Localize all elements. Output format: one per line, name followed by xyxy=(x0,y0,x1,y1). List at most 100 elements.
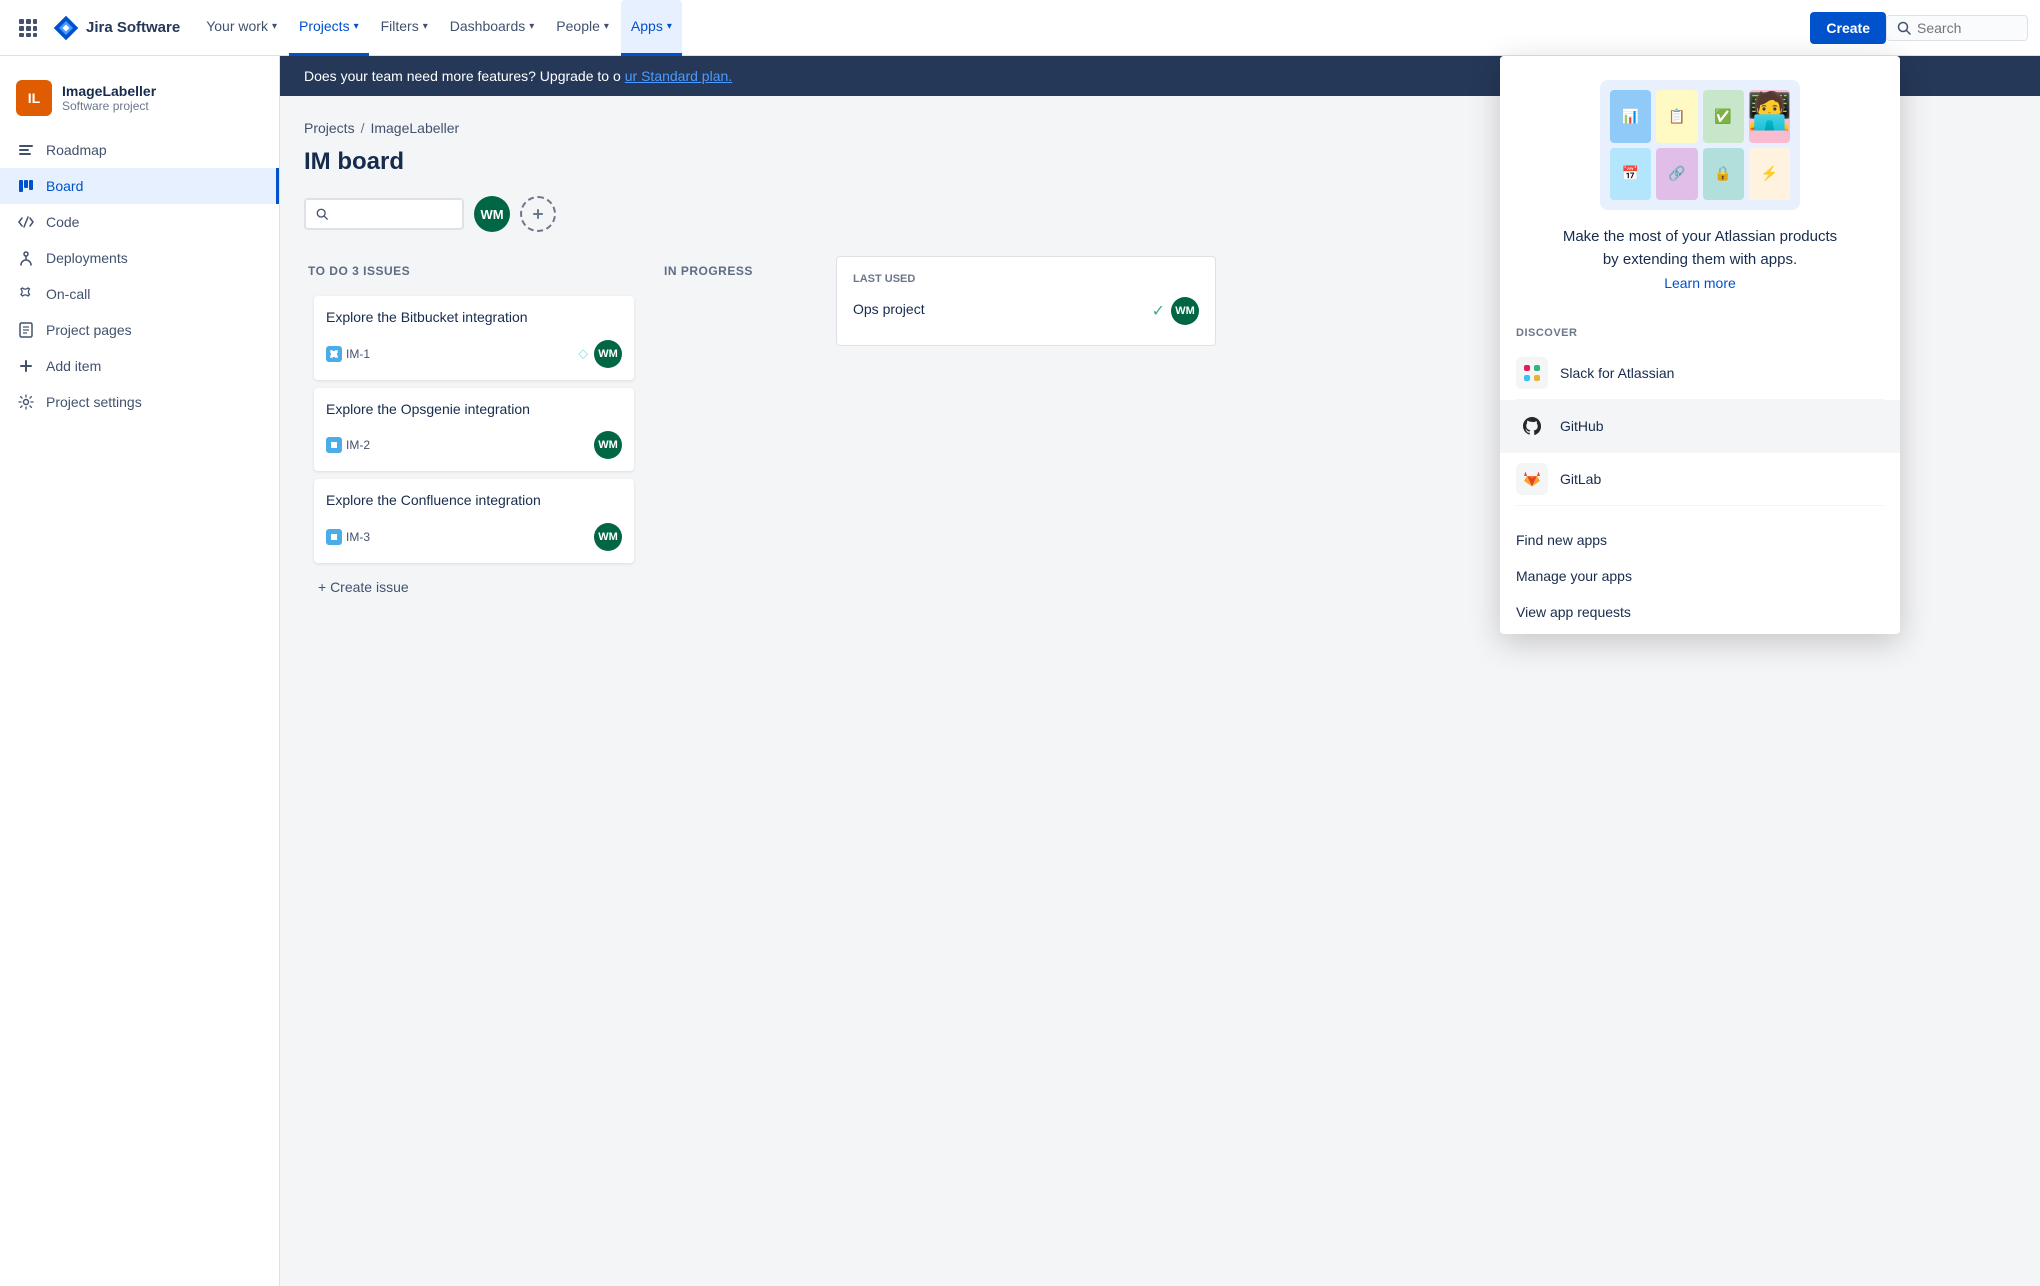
list-item[interactable]: GitHub xyxy=(1500,400,1900,453)
issue-type-icon xyxy=(326,529,342,545)
pages-icon xyxy=(16,320,36,340)
board-search[interactable] xyxy=(304,198,464,230)
search-box[interactable] xyxy=(1886,15,2028,41)
breadcrumb-separator: / xyxy=(361,120,365,136)
list-item[interactable]: GitLab xyxy=(1516,453,1884,506)
gitlab-icon xyxy=(1516,463,1548,495)
nav-your-work[interactable]: Your work ▾ xyxy=(196,0,287,56)
breadcrumb-projects[interactable]: Projects xyxy=(304,120,355,136)
view-app-requests-link[interactable]: View app requests xyxy=(1516,594,1884,630)
card-footer: IM-2 WM xyxy=(326,431,622,459)
sidebar-item-board[interactable]: Board xyxy=(0,168,279,204)
card-actions: ⬦ WM xyxy=(578,340,622,368)
apps-hero-image: 📊 📋 ✅ 🔔 📅 🔗 🔒 ⚡ 🧑‍💻 xyxy=(1600,80,1800,210)
nav-filters[interactable]: Filters ▾ xyxy=(371,0,438,56)
deployments-icon xyxy=(16,248,36,268)
on-call-icon xyxy=(16,284,36,304)
last-used-panel: LAST USED Ops project ✓ WM xyxy=(836,256,1216,346)
roadmap-label: Roadmap xyxy=(46,142,107,158)
right-panel-item[interactable]: Ops project ✓ WM xyxy=(853,293,1199,329)
issue-type-icon xyxy=(326,437,342,453)
card-title: Explore the Confluence integration xyxy=(326,491,622,511)
project-icon: IL xyxy=(16,80,52,116)
project-settings-label: Project settings xyxy=(46,394,142,410)
add-avatar-button[interactable] xyxy=(520,196,556,232)
chevron-down-icon: ▾ xyxy=(667,21,672,32)
manage-apps-link[interactable]: Manage your apps xyxy=(1516,558,1884,594)
board-icon xyxy=(16,176,36,196)
project-type: Software project xyxy=(62,99,156,113)
discover-label: DISCOVER xyxy=(1516,315,1884,347)
project-header: IL ImageLabeller Software project xyxy=(0,72,279,132)
last-used-header: LAST USED xyxy=(853,273,1199,285)
grid-icon[interactable] xyxy=(12,12,44,44)
find-new-apps-link[interactable]: Find new apps xyxy=(1516,522,1884,558)
sidebar-item-on-call[interactable]: On-call xyxy=(0,276,279,312)
col-header-todo: TO DO 3 ISSUES xyxy=(304,256,644,286)
project-pages-label: Project pages xyxy=(46,322,132,338)
project-info: ImageLabeller Software project xyxy=(62,83,156,113)
upgrade-link[interactable]: ur Standard plan. xyxy=(625,68,732,84)
col-body-todo: Explore the Bitbucket integration IM-1 xyxy=(304,286,644,686)
banner-text: Does your team need more features? Upgra… xyxy=(304,68,621,84)
chevron-down-icon: ▾ xyxy=(604,21,609,32)
nav-projects[interactable]: Projects ▾ xyxy=(289,0,369,56)
card-title: Explore the Opsgenie integration xyxy=(326,400,622,420)
roadmap-icon xyxy=(16,140,36,160)
board-label: Board xyxy=(46,178,83,194)
create-button[interactable]: Create xyxy=(1810,12,1886,44)
sidebar-item-code[interactable]: Code xyxy=(0,204,279,240)
col-header-inprogress: IN PROGRESS xyxy=(660,256,820,286)
settings-icon xyxy=(16,392,36,412)
table-row[interactable]: Explore the Opsgenie integration IM-2 W xyxy=(314,388,634,472)
card-footer: IM-1 ⬦ WM xyxy=(326,340,622,368)
table-row[interactable]: Explore the Confluence integration IM-3 xyxy=(314,479,634,563)
learn-more-link[interactable]: Learn more xyxy=(1524,275,1876,291)
board-search-input[interactable] xyxy=(334,206,452,222)
nav-dashboards[interactable]: Dashboards ▾ xyxy=(440,0,545,56)
ops-project-title: Ops project xyxy=(853,301,925,317)
card-actions: WM xyxy=(594,523,622,551)
apps-dropdown: 📊 📋 ✅ 🔔 📅 🔗 🔒 ⚡ 🧑‍💻 Make the most of you… xyxy=(1500,56,1900,634)
card-title: Explore the Bitbucket integration xyxy=(326,308,622,328)
chevron-down-icon: ▾ xyxy=(423,21,428,32)
assignee-avatar[interactable]: WM xyxy=(594,523,622,551)
col-body-inprogress xyxy=(660,286,820,586)
table-row[interactable]: Explore the Bitbucket integration IM-1 xyxy=(314,296,634,380)
slack-icon xyxy=(1516,357,1548,389)
github-icon xyxy=(1516,410,1548,442)
main-nav: Your work ▾ Projects ▾ Filters ▾ Dashboa… xyxy=(196,0,1802,56)
logo-text: Jira Software xyxy=(86,19,180,36)
card-actions: WM xyxy=(594,431,622,459)
chevron-down-icon: ▾ xyxy=(354,21,359,32)
right-panel-avatar[interactable]: WM xyxy=(1171,297,1199,325)
list-item[interactable]: Slack for Atlassian xyxy=(1516,347,1884,400)
issue-id: IM-1 xyxy=(326,346,370,362)
sidebar-item-roadmap[interactable]: Roadmap xyxy=(0,132,279,168)
jira-logo[interactable]: Jira Software xyxy=(52,14,180,42)
right-panel: LAST USED Ops project ✓ WM xyxy=(836,256,1186,686)
assignee-avatar[interactable]: WM xyxy=(594,431,622,459)
sidebar-item-project-pages[interactable]: Project pages xyxy=(0,312,279,348)
apps-actions-section: Find new apps Manage your apps View app … xyxy=(1500,514,1900,634)
sidebar-item-deployments[interactable]: Deployments xyxy=(0,240,279,276)
gitlab-label: GitLab xyxy=(1560,471,1601,487)
nav-people[interactable]: People ▾ xyxy=(546,0,619,56)
search-input[interactable] xyxy=(1917,20,2017,36)
sidebar: IL ImageLabeller Software project Roadma… xyxy=(0,56,280,1286)
apps-hero-text: Make the most of your Atlassian products… xyxy=(1524,226,1876,271)
issue-id: IM-2 xyxy=(326,437,370,453)
create-issue-button[interactable]: + Create issue xyxy=(314,571,634,603)
kanban-col-inprogress: IN PROGRESS xyxy=(660,256,820,686)
avatar-wm[interactable]: WM xyxy=(474,196,510,232)
breadcrumb-project[interactable]: ImageLabeller xyxy=(370,120,459,136)
chevron-down-icon: ▾ xyxy=(272,21,277,32)
nav-apps[interactable]: Apps ▾ xyxy=(621,0,682,56)
search-icon xyxy=(316,207,328,221)
sidebar-item-add-item[interactable]: Add item xyxy=(0,348,279,384)
sidebar-item-project-settings[interactable]: Project settings xyxy=(0,384,279,420)
topnav: Jira Software Your work ▾ Projects ▾ Fil… xyxy=(0,0,2040,56)
on-call-label: On-call xyxy=(46,286,90,302)
assignee-avatar[interactable]: WM xyxy=(594,340,622,368)
code-icon xyxy=(16,212,36,232)
